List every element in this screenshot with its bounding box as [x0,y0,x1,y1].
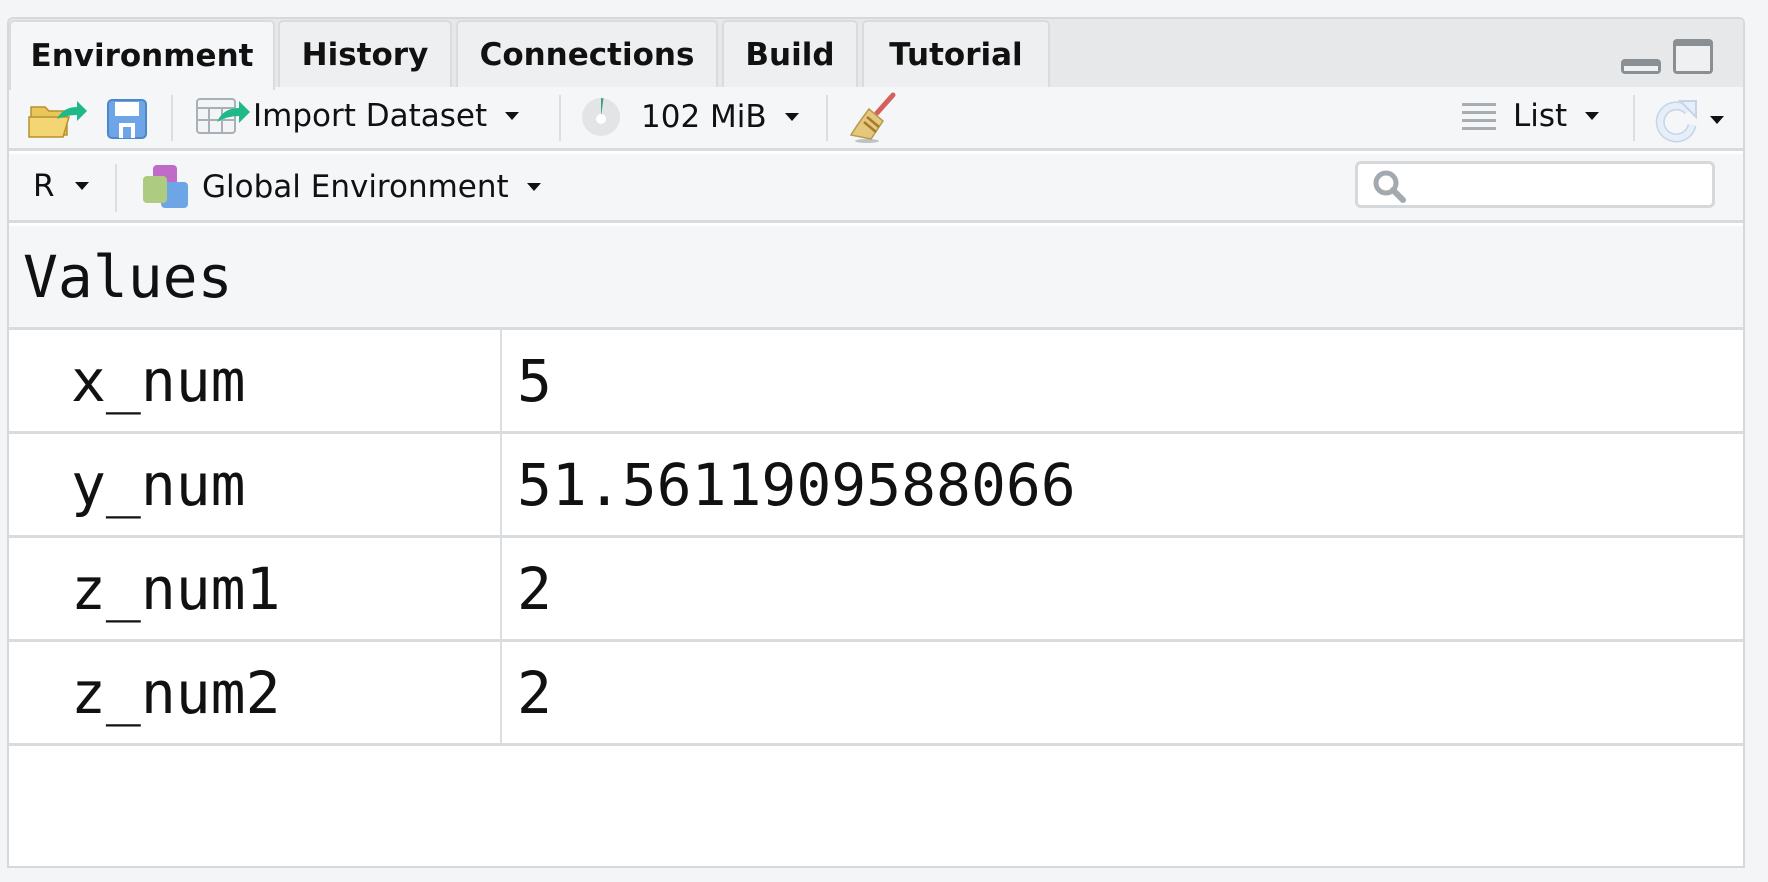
chevron-down-icon [784,113,799,121]
memory-usage-label: 102 MiB [641,99,767,135]
language-label: R [33,168,55,204]
column-divider [500,642,502,743]
tab-bar: Environment History Connections Build Tu… [9,19,1743,90]
tab-label: History [301,36,429,73]
variable-name: x_num [71,346,246,415]
column-divider [500,330,502,431]
tab-build[interactable]: Build [722,20,858,87]
import-table-icon [196,98,250,134]
values-section-header: Values [9,226,1743,330]
broom-icon [849,92,896,143]
environment-pane: Environment History Connections Build Tu… [7,17,1745,868]
toolbar-separator [171,95,173,141]
refresh-dropdown[interactable] [1654,97,1724,143]
refresh-icon [1655,100,1697,143]
tab-history[interactable]: History [278,20,452,87]
variable-row[interactable]: z_num2 2 [9,642,1743,746]
search-icon [1373,170,1406,203]
tab-label: Environment [30,38,254,74]
save-workspace-button[interactable] [107,99,147,139]
environment-toolbar: Import Dataset 102 MiB List [9,87,1743,151]
open-folder-icon [28,101,87,138]
toolbar-separator [115,164,117,212]
search-input[interactable] [1418,168,1702,204]
memory-usage-dropdown[interactable]: 102 MiB [581,97,799,137]
import-dataset-dropdown[interactable]: Import Dataset [195,96,520,136]
column-divider [500,434,502,535]
variable-name: y_num [71,450,246,519]
tab-connections[interactable]: Connections [456,20,718,87]
chevron-down-icon [74,182,89,190]
column-divider [500,538,502,639]
section-title: Values [23,242,233,311]
chevron-down-icon [505,112,520,120]
variable-row[interactable]: y_num 51.5611909588066 [9,434,1743,538]
variable-value: 2 [517,554,552,623]
variable-value: 51.5611909588066 [517,450,1076,519]
environment-dropdown[interactable]: Global Environment [142,164,541,210]
minimize-pane-button[interactable] [1619,39,1663,83]
variable-row[interactable]: z_num1 2 [9,538,1743,642]
maximize-pane-button[interactable] [1671,37,1715,81]
tab-label: Connections [479,36,695,73]
maximize-icon [1673,39,1713,74]
view-mode-label: List [1513,98,1568,134]
toolbar-separator [559,95,561,141]
import-dataset-label: Import Dataset [253,98,488,134]
variable-row[interactable]: x_num 5 [9,330,1743,434]
variable-name: z_num1 [71,554,281,623]
memory-pie-icon [582,98,620,136]
toolbar-separator [1633,95,1635,141]
toolbar-separator [826,95,828,141]
save-disk-icon [107,99,147,139]
language-dropdown[interactable]: R [33,168,89,204]
variable-value: 5 [517,346,552,415]
chevron-down-icon [526,183,541,191]
variable-value: 2 [517,658,552,727]
variable-name: z_num2 [71,658,281,727]
clear-workspace-button[interactable] [847,91,899,143]
list-icon [1462,103,1496,130]
environment-icon [143,165,188,208]
environment-search-box[interactable] [1355,161,1715,208]
minimize-icon [1621,59,1661,74]
chevron-down-icon [1710,116,1724,124]
tab-label: Build [745,36,835,73]
tab-environment[interactable]: Environment [9,20,275,90]
load-workspace-button[interactable] [27,97,89,139]
tab-tutorial[interactable]: Tutorial [862,20,1050,87]
environment-label: Global Environment [202,169,509,205]
chevron-down-icon [1585,112,1600,120]
view-mode-dropdown[interactable]: List [1461,98,1600,134]
tab-label: Tutorial [889,36,1023,73]
